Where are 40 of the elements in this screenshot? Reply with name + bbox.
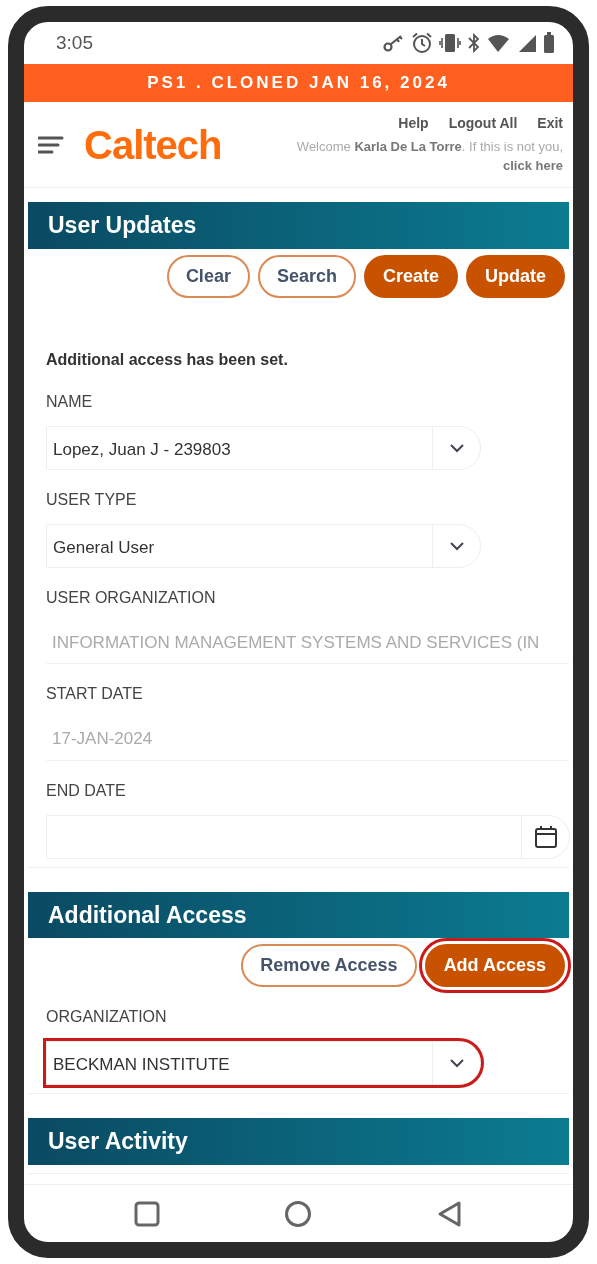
readonly-field: INFORMATION MANAGEMENT SYSTEMS AND SERVICES (IN xyxy=(46,621,569,664)
field-label: START DATE xyxy=(46,684,144,704)
header-link[interactable]: Help xyxy=(398,113,429,135)
battery-icon xyxy=(543,32,555,54)
back-icon[interactable] xyxy=(436,1199,463,1228)
field-label: ORGANIZATION xyxy=(46,1007,168,1027)
section-header: Additional Access xyxy=(28,891,569,938)
clock: 3:05 xyxy=(56,30,93,55)
header-link[interactable]: Exit xyxy=(537,113,563,135)
wifi-icon xyxy=(487,33,511,53)
action-button[interactable]: Clear xyxy=(166,254,250,298)
field-label: END DATE xyxy=(46,780,127,801)
section-header: User Activity xyxy=(28,1118,569,1165)
signal-icon xyxy=(517,33,537,53)
chevron-down-icon xyxy=(448,1058,465,1068)
action-button[interactable]: Update xyxy=(466,254,565,298)
bluetooth-icon xyxy=(467,33,481,53)
header-link[interactable]: Logout All xyxy=(448,113,518,135)
calendar-icon xyxy=(533,824,558,849)
readonly-field: 17-JAN-2024 xyxy=(46,718,569,761)
field-label: USER ORGANIZATION xyxy=(46,587,217,608)
welcome-text: Welcome Karla De La Torre. If this is not you, click here xyxy=(295,138,563,175)
menu-icon[interactable] xyxy=(38,134,64,155)
vibrate-icon xyxy=(439,33,461,53)
section-header: User Updates xyxy=(28,202,569,249)
click-here-link[interactable]: click here xyxy=(503,158,563,173)
action-button[interactable]: Search xyxy=(257,254,356,298)
action-button[interactable]: Create xyxy=(363,254,458,298)
chevron-down-icon xyxy=(448,540,465,551)
recents-icon[interactable] xyxy=(134,1200,161,1227)
field-label: NAME xyxy=(46,391,94,412)
banner-text: PS1 . CLONED JAN 16, 2024 xyxy=(147,72,450,95)
key-icon xyxy=(383,34,405,52)
home-icon[interactable] xyxy=(284,1199,313,1228)
dropdown-field[interactable]: BECKMAN INSTITUTE xyxy=(46,1041,481,1085)
alarm-icon xyxy=(411,32,433,54)
field-label: USER TYPE xyxy=(46,489,138,510)
action-button[interactable]: Remove Access xyxy=(241,944,417,987)
status-message: Additional access has been set. xyxy=(46,349,289,370)
chevron-down-icon xyxy=(448,442,465,453)
